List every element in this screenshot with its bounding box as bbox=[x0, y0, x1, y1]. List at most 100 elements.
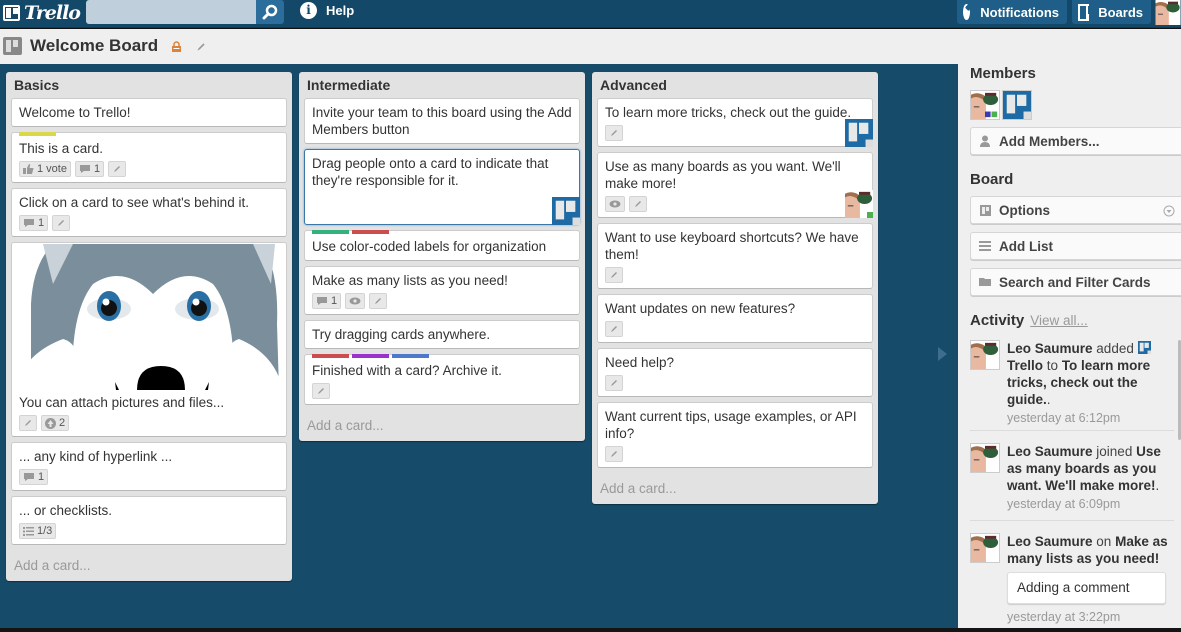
card[interactable]: Use as many boards as you want. We'll ma… bbox=[597, 152, 873, 218]
list-title[interactable]: Intermediate bbox=[304, 76, 580, 98]
member-avatar-leo[interactable] bbox=[845, 190, 873, 218]
card[interactable]: Want current tips, usage examples, or AP… bbox=[597, 402, 873, 468]
card-title: Drag people onto a card to indicate that… bbox=[312, 156, 549, 188]
edit-card-button[interactable] bbox=[52, 215, 71, 231]
card-title: Finished with a card? Archive it. bbox=[312, 363, 502, 378]
card[interactable]: Make as many lists as you need! 1 bbox=[304, 266, 580, 315]
eye-icon bbox=[609, 200, 621, 208]
edit-title-icon[interactable] bbox=[195, 41, 207, 53]
search-filter-cards-button[interactable]: Search and Filter Cards bbox=[970, 268, 1181, 296]
search-button[interactable] bbox=[256, 0, 284, 24]
activity-user[interactable]: Leo Saumure bbox=[1007, 534, 1093, 549]
eye-icon bbox=[349, 297, 361, 305]
pencil-icon bbox=[373, 296, 383, 306]
activity-time[interactable]: yesterday at 6:09pm bbox=[1007, 497, 1170, 511]
card[interactable]: Need help? bbox=[597, 348, 873, 397]
card-title: This is a card. bbox=[19, 141, 104, 156]
activity-user[interactable]: Leo Saumure bbox=[1007, 444, 1093, 459]
add-members-button[interactable]: Add Members... bbox=[970, 127, 1181, 155]
edit-card-button[interactable] bbox=[605, 321, 623, 337]
comment-count: 1 bbox=[93, 162, 101, 175]
card[interactable]: This is a card. 1 vote 1 bbox=[11, 132, 287, 183]
activity-object[interactable]: Trello bbox=[1007, 358, 1043, 373]
card[interactable]: Try dragging cards anywhere. bbox=[304, 320, 580, 349]
user-avatar[interactable] bbox=[1155, 0, 1181, 25]
comment-icon bbox=[23, 472, 35, 482]
card[interactable]: Click on a card to see what's behind it.… bbox=[11, 188, 287, 237]
card[interactable]: Use color-coded labels for organization bbox=[304, 230, 580, 261]
edit-card-button[interactable] bbox=[369, 293, 388, 309]
member-avatar-trello[interactable] bbox=[1002, 90, 1032, 120]
card[interactable]: ... any kind of hyperlink ... 1 bbox=[11, 442, 287, 491]
lock-icon[interactable] bbox=[171, 41, 182, 53]
member-avatar-trello[interactable] bbox=[845, 119, 873, 147]
activity-divider bbox=[970, 520, 1174, 521]
card[interactable]: ... or checklists. 1/3 bbox=[11, 496, 287, 545]
card-title: Click on a card to see what's behind it. bbox=[19, 195, 249, 210]
activity-avatar[interactable] bbox=[970, 443, 1000, 473]
board-title[interactable]: Welcome Board bbox=[30, 36, 158, 56]
activity-preposition: to bbox=[1046, 358, 1059, 373]
card-badges bbox=[605, 196, 865, 212]
card-title: Make as many lists as you need! bbox=[312, 273, 508, 288]
view-all-link[interactable]: View all... bbox=[1030, 313, 1088, 328]
activity-avatar[interactable] bbox=[970, 340, 1000, 370]
add-card-link[interactable]: Add a card... bbox=[304, 410, 580, 435]
expand-sidebar-arrow-icon[interactable] bbox=[938, 347, 947, 361]
edit-card-button[interactable] bbox=[605, 125, 623, 141]
activity-action: on bbox=[1096, 534, 1112, 549]
search-input[interactable] bbox=[86, 0, 256, 24]
card[interactable]: Want updates on new features? bbox=[597, 294, 873, 343]
activity-action: added bbox=[1096, 341, 1134, 356]
comment-icon bbox=[23, 218, 35, 228]
thumbs-up-icon bbox=[23, 164, 34, 174]
edit-card-button[interactable] bbox=[605, 446, 623, 462]
edit-card-button[interactable] bbox=[108, 161, 127, 177]
trello-logo[interactable]: Trello bbox=[3, 2, 81, 24]
card-title: Want updates on new features? bbox=[605, 301, 796, 316]
notifications-button[interactable]: Notifications bbox=[957, 0, 1067, 24]
card-badges bbox=[605, 321, 865, 337]
card[interactable]: You can attach pictures and files... 2 bbox=[11, 242, 287, 437]
list-title[interactable]: Basics bbox=[11, 76, 287, 98]
card-badges: 1 vote 1 bbox=[19, 161, 279, 177]
card[interactable]: Welcome to Trello! bbox=[11, 98, 287, 127]
person-icon bbox=[979, 135, 991, 147]
card[interactable]: Finished with a card? Archive it. bbox=[304, 354, 580, 405]
activity-item: Leo Saumure added Trello to To learn mor… bbox=[970, 340, 1170, 425]
card-title: Invite your team to this board using the… bbox=[312, 105, 572, 137]
label-blue bbox=[392, 354, 429, 358]
edit-card-button[interactable] bbox=[312, 383, 330, 399]
card[interactable]: Drag people onto a card to indicate that… bbox=[304, 149, 580, 225]
card-title: ... or checklists. bbox=[19, 503, 113, 518]
comment-icon bbox=[79, 164, 91, 174]
activity-time[interactable]: yesterday at 6:12pm bbox=[1007, 411, 1170, 425]
list-title[interactable]: Advanced bbox=[597, 76, 873, 98]
card-title: You can attach pictures and files... bbox=[19, 395, 225, 410]
add-card-link[interactable]: Add a card... bbox=[597, 473, 873, 498]
member-avatar-trello[interactable] bbox=[552, 197, 580, 225]
activity-user[interactable]: Leo Saumure bbox=[1007, 341, 1093, 356]
activity-item: Leo Saumure joined Use as many boards as… bbox=[970, 443, 1170, 511]
edit-card-button[interactable] bbox=[605, 267, 623, 283]
pencil-icon bbox=[609, 270, 619, 280]
board-sidebar: Members Add Members... Board Options Add… bbox=[958, 64, 1181, 628]
card[interactable]: To learn more tricks, check out the guid… bbox=[597, 98, 873, 147]
activity-avatar[interactable] bbox=[970, 533, 1000, 563]
help-button[interactable]: i Help bbox=[300, 2, 354, 19]
comments-badge: 1 bbox=[312, 293, 342, 309]
card-badges bbox=[312, 383, 572, 399]
options-button[interactable]: Options bbox=[970, 196, 1181, 224]
member-avatar-leo[interactable] bbox=[970, 90, 1000, 120]
vote-badge[interactable]: 1 vote bbox=[19, 161, 71, 177]
card-badges bbox=[605, 375, 865, 391]
edit-card-button[interactable] bbox=[19, 415, 37, 431]
card[interactable]: Invite your team to this board using the… bbox=[304, 98, 580, 144]
edit-card-button[interactable] bbox=[605, 375, 623, 391]
add-list-button[interactable]: Add List bbox=[970, 232, 1181, 260]
card[interactable]: Want to use keyboard shortcuts? We have … bbox=[597, 223, 873, 289]
boards-button[interactable]: Boards bbox=[1072, 0, 1151, 24]
edit-card-button[interactable] bbox=[629, 196, 647, 212]
add-card-link[interactable]: Add a card... bbox=[11, 550, 287, 575]
activity-time[interactable]: yesterday at 3:22pm bbox=[1007, 610, 1170, 624]
